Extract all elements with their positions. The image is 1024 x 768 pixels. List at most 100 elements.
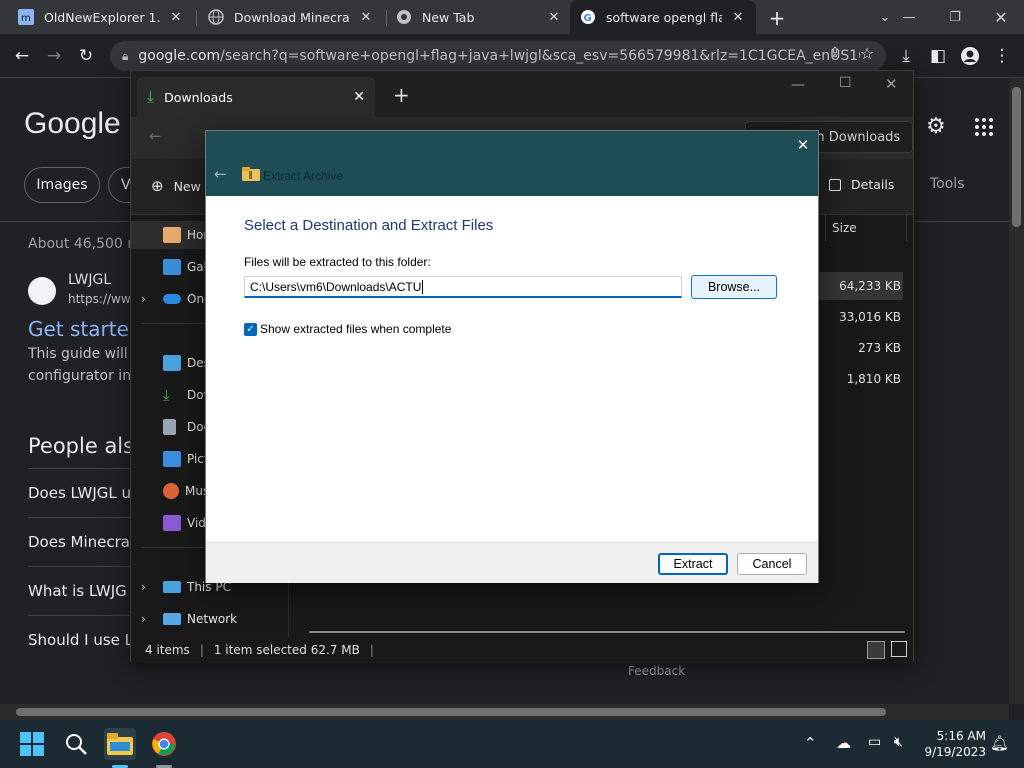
volume-muted-icon[interactable]: 🔇︎ bbox=[894, 734, 903, 750]
result-site-name[interactable]: LWJGL bbox=[68, 272, 111, 288]
back-arrow-icon[interactable]: ← bbox=[214, 165, 227, 183]
minimize-button[interactable]: — bbox=[886, 0, 932, 34]
show-files-checkbox[interactable]: ✓ bbox=[244, 323, 257, 336]
new-tab-button[interactable]: + bbox=[393, 83, 410, 107]
address-bar[interactable]: 🔒︎ google.com/search?q=software+opengl+f… bbox=[110, 41, 886, 71]
result-snippet-line-1: This guide will h bbox=[28, 346, 142, 362]
plus-circle-icon: ⊕ bbox=[151, 177, 164, 195]
back-arrow-icon[interactable]: ← bbox=[149, 127, 162, 145]
close-tab-icon[interactable]: ✕ bbox=[168, 10, 184, 25]
extract-button[interactable]: Extract bbox=[658, 553, 728, 575]
sidebar-item-desktop[interactable]: Des bbox=[131, 349, 210, 377]
explorer-status-bar: 4 items | 1 item selected 62.7 MB | bbox=[131, 637, 913, 663]
page-vertical-scrollbar[interactable] bbox=[1009, 79, 1024, 704]
google-logo[interactable]: Google bbox=[24, 107, 121, 141]
tab-title: OldNewExplorer 1.1.9 - bbox=[44, 9, 160, 25]
tab-title: Download Minecraft & bbox=[234, 9, 350, 25]
profile-avatar-icon[interactable] bbox=[954, 40, 986, 72]
tiles-view-icon[interactable] bbox=[891, 641, 907, 657]
pictures-icon bbox=[163, 451, 181, 467]
maximize-button[interactable]: ☐ bbox=[839, 75, 852, 91]
folder-label: Files will be extracted to this folder: bbox=[244, 255, 431, 269]
file-explorer-taskbar-icon[interactable] bbox=[104, 728, 136, 760]
download-icon[interactable]: ⤓ bbox=[890, 40, 922, 72]
minimize-button[interactable]: — bbox=[791, 77, 805, 93]
tools-button[interactable]: Tools bbox=[930, 176, 965, 192]
svg-text:m: m bbox=[21, 13, 31, 24]
restore-button[interactable]: ❐ bbox=[932, 0, 978, 34]
page-horizontal-scrollbar[interactable] bbox=[0, 704, 1009, 720]
side-panel-icon[interactable]: ◧ bbox=[922, 40, 954, 72]
sidebar-item-videos[interactable]: Vide bbox=[131, 509, 213, 537]
question-item[interactable]: What is LWJG bbox=[28, 582, 127, 600]
chrome-menu-icon[interactable]: ⋮ bbox=[986, 40, 1018, 72]
start-windows-icon[interactable] bbox=[16, 728, 48, 760]
system-clock[interactable]: 5:16 AM 9/19/2023 bbox=[918, 728, 986, 760]
browser-tab-minecraft[interactable]: Download Minecraft & ✕ bbox=[198, 0, 384, 34]
new-tab-button[interactable]: + bbox=[764, 5, 790, 31]
apps-grid-icon[interactable] bbox=[974, 117, 994, 137]
result-title-link[interactable]: Get started bbox=[28, 317, 142, 341]
desktop-icon bbox=[163, 355, 181, 371]
forward-arrow-icon[interactable]: → bbox=[38, 40, 70, 72]
status-selection: 1 item selected 62.7 MB bbox=[213, 643, 360, 657]
size-column-header[interactable]: Size bbox=[832, 221, 857, 235]
sidebar-item-music[interactable]: Mus bbox=[131, 477, 209, 505]
network-display-icon[interactable]: ▭ bbox=[868, 734, 881, 750]
notification-bell-icon[interactable]: 🔔︎ bbox=[990, 734, 1009, 752]
question-item[interactable]: Does LWJGL u bbox=[28, 484, 131, 502]
sidebar-item-onedrive[interactable]: › One bbox=[131, 285, 211, 313]
details-label: Details bbox=[851, 177, 895, 192]
close-tab-icon[interactable]: ✕ bbox=[730, 10, 746, 25]
close-tab-icon[interactable]: ✕ bbox=[358, 10, 374, 25]
close-tab-icon[interactable]: ✕ bbox=[546, 10, 562, 25]
close-window-button[interactable]: ✕ bbox=[978, 0, 1024, 34]
browser-tab-google-search[interactable]: G software opengl flag ja ✕ bbox=[570, 0, 756, 34]
sidebar-item-downloads[interactable]: ⤓ Dov bbox=[131, 381, 211, 409]
download-arrow-icon: ⤓ bbox=[147, 87, 155, 106]
search-icon[interactable] bbox=[60, 728, 92, 760]
details-button[interactable]: Details bbox=[829, 177, 894, 192]
lock-icon[interactable]: 🔒︎ bbox=[122, 49, 128, 64]
images-chip[interactable]: Images bbox=[24, 167, 100, 203]
close-tab-icon[interactable]: ✕ bbox=[353, 89, 365, 105]
sidebar-item-pictures[interactable]: Pict bbox=[131, 445, 209, 473]
cancel-button[interactable]: Cancel bbox=[737, 553, 807, 575]
explorer-tab-downloads[interactable]: ⤓ Downloads ✕ bbox=[137, 77, 375, 117]
reload-icon[interactable]: ↻ bbox=[70, 40, 102, 72]
chrome-taskbar-icon[interactable] bbox=[148, 728, 180, 760]
onedrive-status-icon[interactable]: ☁ bbox=[836, 734, 851, 752]
chevron-up-icon[interactable]: ⌃ bbox=[804, 734, 817, 752]
clock-time: 5:16 AM bbox=[936, 729, 986, 743]
horizontal-scrollbar[interactable] bbox=[309, 631, 905, 633]
feedback-link[interactable]: Feedback bbox=[628, 664, 685, 678]
scrollbar-thumb[interactable] bbox=[16, 708, 886, 716]
sidebar-item-network[interactable]: › Network bbox=[131, 605, 237, 633]
dialog-heading: Select a Destination and Extract Files bbox=[244, 217, 494, 234]
computer-icon bbox=[163, 581, 181, 593]
scrollbar-thumb[interactable] bbox=[1012, 87, 1021, 227]
question-item[interactable]: Should I use L bbox=[28, 631, 133, 649]
result-count: About 46,500 re bbox=[28, 236, 142, 252]
details-view-icon[interactable] bbox=[867, 641, 885, 659]
back-arrow-icon[interactable]: ← bbox=[6, 40, 38, 72]
download-arrow-icon: ⤓ bbox=[163, 386, 170, 404]
browser-tab-new-tab[interactable]: New Tab ✕ bbox=[386, 0, 572, 34]
question-item[interactable]: Does Minecra bbox=[28, 533, 130, 551]
browser-tab-oldnewexplorer[interactable]: m OldNewExplorer 1.1.9 - ✕ bbox=[8, 0, 194, 34]
sidebar-item-documents[interactable]: Doc bbox=[131, 413, 210, 441]
destination-path-input[interactable]: C:\Users\vm6\Downloads\ACTU bbox=[244, 276, 682, 298]
explorer-tab-bar: ⤓ Downloads ✕ + — ☐ ✕ bbox=[131, 71, 913, 117]
checkbox-label[interactable]: Show extracted files when complete bbox=[260, 322, 451, 336]
chevron-right-icon: › bbox=[141, 292, 146, 306]
dialog-header: ✕ ← Extract Archive bbox=[206, 131, 818, 196]
sidebar-item-gallery[interactable]: Gall bbox=[131, 253, 210, 281]
settings-gear-icon[interactable]: ⚙ bbox=[926, 115, 950, 139]
browse-button[interactable]: Browse... bbox=[691, 275, 777, 299]
svg-text:G: G bbox=[584, 13, 592, 24]
close-window-button[interactable]: ✕ bbox=[885, 75, 898, 93]
bookmark-star-icon[interactable]: ☆ bbox=[856, 44, 878, 66]
close-dialog-icon[interactable]: ✕ bbox=[793, 136, 813, 156]
new-button[interactable]: ⊕ New bbox=[151, 177, 201, 195]
share-icon[interactable]: ⇪ bbox=[824, 45, 846, 67]
